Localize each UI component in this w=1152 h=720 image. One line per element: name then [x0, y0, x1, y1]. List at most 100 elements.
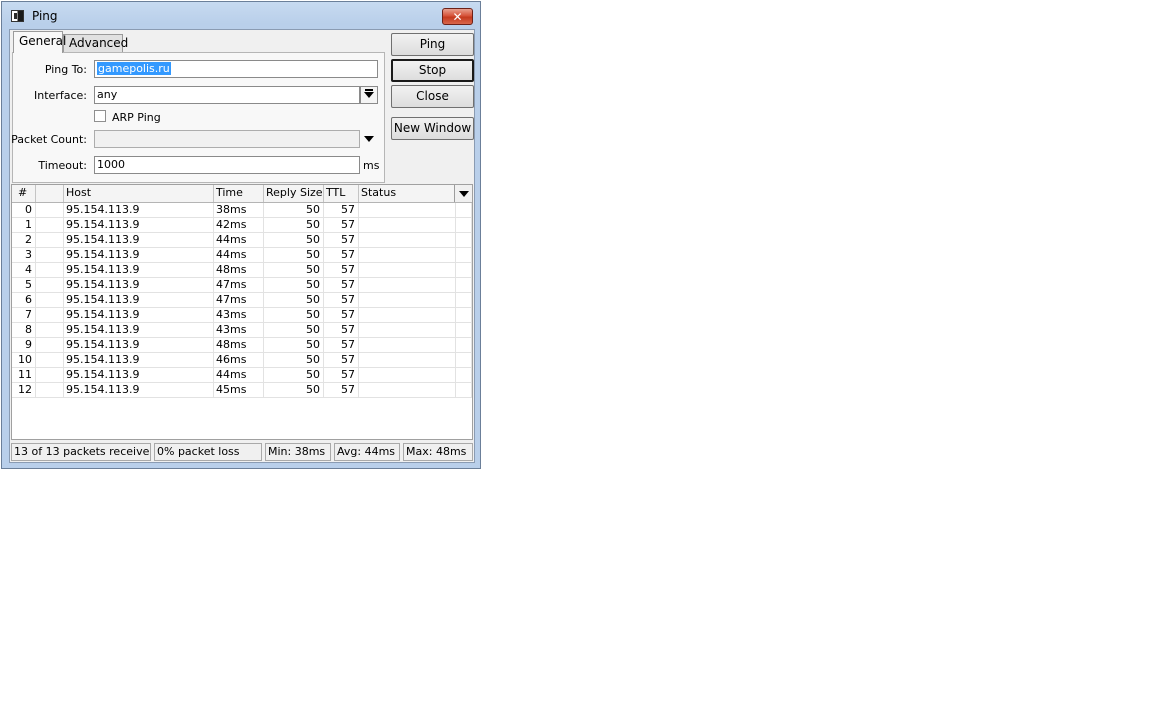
title-bar[interactable]: Ping ✕ — [2, 2, 480, 30]
close-icon: ✕ — [452, 9, 463, 24]
table-row[interactable]: 3 95.154.113.9 44ms 50 57 — [12, 248, 472, 263]
dropdown-arrow-icon — [458, 190, 469, 197]
cell-time: 45ms — [214, 383, 264, 398]
ping-results-table: # Host Time Reply Size TTL Status 0 95.15… — [11, 184, 473, 440]
cell-ttl: 57 — [324, 368, 359, 383]
cell-reply-size: 50 — [264, 218, 324, 233]
cell-reply-size: 50 — [264, 383, 324, 398]
table-row[interactable]: 7 95.154.113.9 43ms 50 57 — [12, 308, 472, 323]
packet-count-dropdown-button[interactable] — [362, 132, 376, 146]
cell-reply-size: 50 — [264, 233, 324, 248]
timeout-unit: ms — [363, 159, 380, 172]
cell-number: 7 — [12, 308, 36, 323]
table-row[interactable]: 11 95.154.113.9 44ms 50 57 — [12, 368, 472, 383]
tab-advanced[interactable]: Advanced — [63, 34, 128, 53]
cell-number: 0 — [12, 203, 36, 218]
table-row[interactable]: 2 95.154.113.9 44ms 50 57 — [12, 233, 472, 248]
cell-reply-size: 50 — [264, 338, 324, 353]
timeout-input[interactable]: 1000 — [94, 156, 360, 174]
cell-filler — [456, 353, 472, 368]
new-window-button[interactable]: New Window — [391, 117, 474, 140]
cell-ttl: 57 — [324, 263, 359, 278]
cell-reply-size: 50 — [264, 308, 324, 323]
cell-number: 9 — [12, 338, 36, 353]
column-header-status[interactable]: Status — [359, 185, 456, 202]
interface-label: Interface: — [34, 89, 87, 102]
table-row[interactable]: 4 95.154.113.9 48ms 50 57 — [12, 263, 472, 278]
cell-blank — [36, 383, 64, 398]
interface-select[interactable]: any — [94, 86, 360, 104]
cell-status — [359, 293, 456, 308]
cell-host: 95.154.113.9 — [64, 263, 214, 278]
tab-general[interactable]: General — [13, 31, 66, 53]
cell-ttl: 57 — [324, 278, 359, 293]
cell-status — [359, 233, 456, 248]
table-row[interactable]: 5 95.154.113.9 47ms 50 57 — [12, 278, 472, 293]
column-header-ttl[interactable]: TTL — [324, 185, 359, 202]
cell-host: 95.154.113.9 — [64, 248, 214, 263]
cell-blank — [36, 308, 64, 323]
cell-host: 95.154.113.9 — [64, 218, 214, 233]
cell-host: 95.154.113.9 — [64, 353, 214, 368]
cell-time: 44ms — [214, 248, 264, 263]
table-row[interactable]: 9 95.154.113.9 48ms 50 57 — [12, 338, 472, 353]
cell-ttl: 57 — [324, 323, 359, 338]
column-header-host[interactable]: Host — [64, 185, 214, 202]
ping-to-label: Ping To: — [44, 63, 87, 76]
cell-status — [359, 353, 456, 368]
cell-number: 1 — [12, 218, 36, 233]
cell-time: 47ms — [214, 278, 264, 293]
cell-time: 43ms — [214, 308, 264, 323]
column-header-number[interactable]: # — [12, 185, 36, 202]
cell-filler — [456, 338, 472, 353]
cell-reply-size: 50 — [264, 203, 324, 218]
cell-status — [359, 338, 456, 353]
cell-time: 47ms — [214, 293, 264, 308]
cell-host: 95.154.113.9 — [64, 323, 214, 338]
column-header-reply-size[interactable]: Reply Size — [264, 185, 324, 202]
table-row[interactable]: 8 95.154.113.9 43ms 50 57 — [12, 323, 472, 338]
cell-host: 95.154.113.9 — [64, 203, 214, 218]
cell-status — [359, 368, 456, 383]
cell-number: 6 — [12, 293, 36, 308]
ping-window: Ping ✕ General Advanced Ping To: gamepol… — [1, 1, 481, 469]
cell-number: 2 — [12, 233, 36, 248]
column-header-blank[interactable] — [36, 185, 64, 202]
cell-time: 44ms — [214, 233, 264, 248]
table-row[interactable]: 12 95.154.113.9 45ms 50 57 — [12, 383, 472, 398]
arp-ping-checkbox[interactable] — [94, 110, 106, 122]
cell-status — [359, 248, 456, 263]
timeout-label: Timeout: — [38, 159, 87, 172]
column-header-time[interactable]: Time — [214, 185, 264, 202]
cell-time: 43ms — [214, 323, 264, 338]
cell-status — [359, 218, 456, 233]
cell-ttl: 57 — [324, 233, 359, 248]
cell-host: 95.154.113.9 — [64, 278, 214, 293]
table-row[interactable]: 1 95.154.113.9 42ms 50 57 — [12, 218, 472, 233]
cell-number: 4 — [12, 263, 36, 278]
cell-status — [359, 308, 456, 323]
column-menu-button[interactable] — [454, 185, 472, 202]
table-row[interactable]: 0 95.154.113.9 38ms 50 57 — [12, 203, 472, 218]
table-row[interactable]: 10 95.154.113.9 46ms 50 57 — [12, 353, 472, 368]
cell-filler — [456, 368, 472, 383]
ping-to-value: gamepolis.ru — [97, 62, 171, 75]
cell-number: 12 — [12, 383, 36, 398]
ping-button[interactable]: Ping — [391, 33, 474, 56]
cell-status — [359, 278, 456, 293]
cell-time: 48ms — [214, 338, 264, 353]
cell-time: 44ms — [214, 368, 264, 383]
cell-blank — [36, 368, 64, 383]
interface-dropdown-button[interactable] — [360, 86, 378, 104]
close-button[interactable]: Close — [391, 85, 474, 108]
window-close-button[interactable]: ✕ — [442, 8, 473, 25]
stop-button[interactable]: Stop — [391, 59, 474, 82]
ping-to-input[interactable]: gamepolis.ru — [94, 60, 378, 78]
packet-count-input[interactable] — [94, 130, 360, 148]
cell-blank — [36, 203, 64, 218]
table-row[interactable]: 6 95.154.113.9 47ms 50 57 — [12, 293, 472, 308]
cell-ttl: 57 — [324, 338, 359, 353]
cell-ttl: 57 — [324, 383, 359, 398]
status-bar: 13 of 13 packets received 0% packet loss… — [11, 443, 473, 461]
cell-number: 10 — [12, 353, 36, 368]
